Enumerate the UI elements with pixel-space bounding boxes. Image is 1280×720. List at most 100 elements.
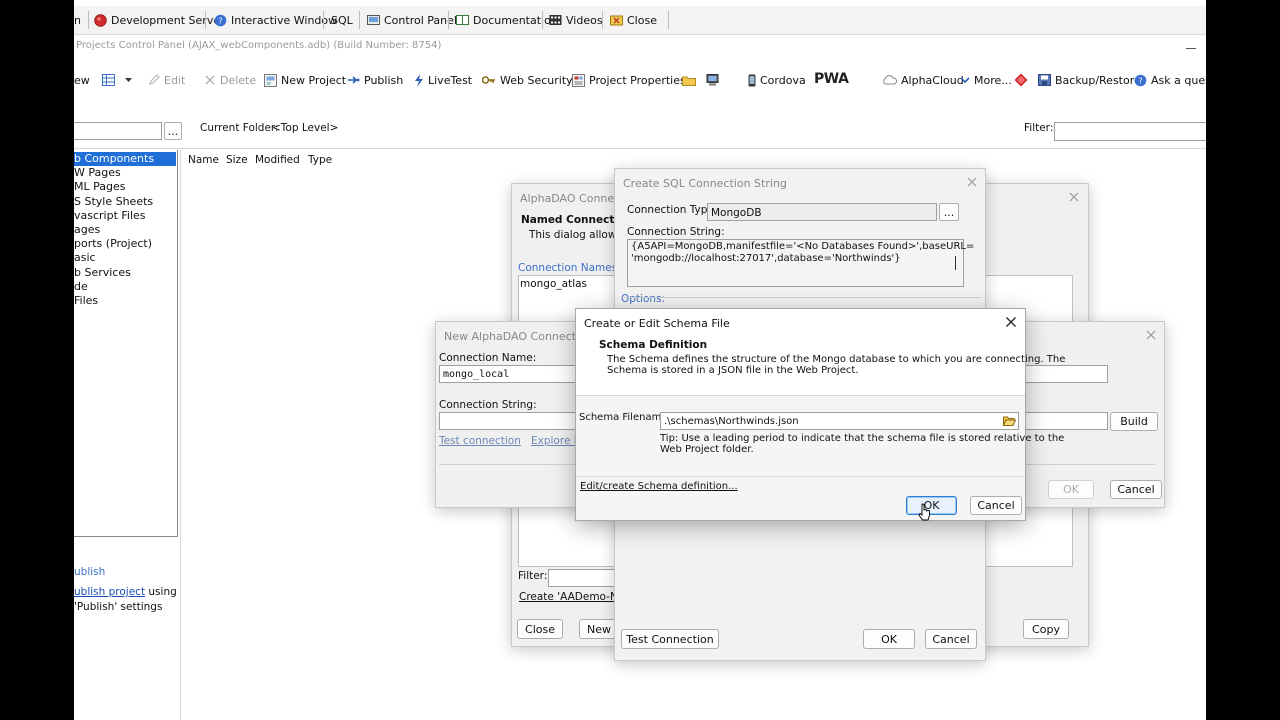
svg-text:?: ? bbox=[218, 16, 222, 25]
grid-icon bbox=[102, 74, 115, 86]
toolbar-separator bbox=[88, 11, 89, 29]
dropdown-arrow-icon bbox=[125, 77, 132, 83]
tree-item[interactable]: b Services bbox=[74, 266, 176, 280]
red-diamond-button[interactable] bbox=[1014, 72, 1028, 88]
browse-button[interactable]: ... bbox=[164, 122, 182, 140]
tree-item-label: asic bbox=[74, 251, 96, 265]
test-connection-link[interactable]: Test connection bbox=[439, 435, 521, 447]
new-cancel-button[interactable]: Cancel bbox=[1110, 480, 1162, 499]
toolbar-separator bbox=[205, 11, 206, 29]
filter-label: Filter: bbox=[518, 570, 548, 582]
connection-type-value: MongoDB bbox=[711, 207, 762, 219]
schema-cancel-button[interactable]: Cancel bbox=[970, 496, 1022, 515]
videos-button[interactable]: Videos bbox=[549, 12, 603, 28]
window-title: Projects Control Panel (AJAX_webComponen… bbox=[76, 40, 442, 51]
open-folder-button[interactable] bbox=[682, 72, 696, 88]
question-icon: ? bbox=[1134, 74, 1147, 87]
publish-arrow-icon bbox=[348, 75, 360, 85]
tree-item[interactable]: ages bbox=[74, 223, 176, 237]
project-properties-button[interactable]: Project Properties bbox=[572, 72, 686, 88]
copy-connection-button[interactable]: Copy bbox=[1023, 619, 1069, 639]
toolbar-separator bbox=[668, 11, 669, 29]
action-label: LiveTest bbox=[428, 73, 473, 87]
pwa-button[interactable]: PWA bbox=[814, 71, 849, 87]
publish-button[interactable]: Publish bbox=[348, 72, 403, 88]
edit-schema-definition-link[interactable]: Edit/create Schema definition... bbox=[580, 481, 738, 492]
view-button[interactable]: ew bbox=[74, 72, 90, 88]
minimize-icon[interactable] bbox=[1186, 48, 1196, 49]
header-divider bbox=[576, 395, 1025, 396]
sql-cancel-button[interactable]: Cancel bbox=[925, 629, 977, 649]
column-header-size[interactable]: Size bbox=[226, 154, 248, 166]
grid-view-dropdown[interactable] bbox=[102, 72, 132, 88]
close-icon[interactable] bbox=[1067, 190, 1081, 204]
close-icon[interactable] bbox=[1004, 315, 1018, 329]
sql-ok-button[interactable]: OK bbox=[863, 629, 915, 649]
close-folder-icon bbox=[610, 14, 623, 26]
tree-item-label: ML Pages bbox=[74, 180, 126, 194]
filter-input[interactable] bbox=[1054, 122, 1206, 141]
sql-button[interactable]: SQL bbox=[331, 12, 353, 28]
web-security-button[interactable]: Web Security bbox=[482, 72, 573, 88]
connection-type-label: Connection Type: bbox=[627, 204, 718, 216]
close-icon[interactable] bbox=[965, 175, 979, 189]
toolbar-item-truncated[interactable]: n bbox=[74, 12, 81, 28]
schema-description-line-2: Schema is stored in a JSON file in the W… bbox=[607, 365, 859, 376]
close-dialog-button[interactable]: Close bbox=[517, 619, 563, 639]
new-ok-button[interactable]: OK bbox=[1048, 480, 1094, 499]
publish-project-link[interactable]: ublish project bbox=[74, 586, 145, 598]
close-icon[interactable] bbox=[1144, 328, 1158, 342]
tree-item[interactable]: Files bbox=[74, 294, 176, 308]
schema-filename-label: Schema Filename: bbox=[579, 412, 671, 423]
livetest-button[interactable]: LiveTest bbox=[414, 72, 472, 88]
schema-filename-value: .\schemas\Northwinds.json bbox=[664, 416, 799, 427]
panel-divider bbox=[180, 150, 181, 720]
project-search-input[interactable] bbox=[74, 122, 162, 140]
column-header-type[interactable]: Type bbox=[308, 154, 332, 166]
tree-item[interactable]: ports (Project) bbox=[74, 237, 176, 251]
build-button[interactable]: Build bbox=[1110, 412, 1158, 431]
edit-button[interactable]: Edit bbox=[148, 72, 185, 88]
tree-item[interactable]: de bbox=[74, 280, 176, 294]
cordova-button[interactable]: Cordova bbox=[748, 72, 806, 88]
tree-item[interactable]: vascript Files bbox=[74, 209, 176, 223]
alphacloud-button[interactable]: AlphaCloud bbox=[882, 72, 964, 88]
new-project-button[interactable]: New Project bbox=[264, 72, 346, 88]
column-header-modified[interactable]: Modified bbox=[255, 154, 300, 166]
close-button[interactable]: Close bbox=[610, 12, 657, 28]
schema-filename-input[interactable]: .\schemas\Northwinds.json bbox=[660, 412, 1019, 430]
tree-item[interactable]: W Pages bbox=[74, 166, 176, 180]
folder-open-icon[interactable] bbox=[1002, 415, 1017, 430]
more-dropdown[interactable]: More... bbox=[960, 72, 1012, 88]
connection-type-field[interactable]: MongoDB bbox=[707, 203, 937, 221]
delete-button[interactable]: Delete bbox=[204, 72, 256, 88]
action-label: AlphaCloud bbox=[901, 73, 964, 87]
ask-question-button[interactable]: ? Ask a questio bbox=[1134, 72, 1206, 88]
new-connection-button[interactable]: New bbox=[579, 619, 619, 639]
current-folder-label: Current Folder: bbox=[200, 122, 279, 134]
test-connection-button[interactable]: Test Connection bbox=[621, 629, 719, 649]
computer-button[interactable] bbox=[706, 72, 719, 88]
backup-icon bbox=[1038, 74, 1051, 86]
action-label: ew bbox=[74, 73, 90, 87]
backup-restore-button[interactable]: Backup/Restore bbox=[1038, 72, 1141, 88]
column-header-name[interactable]: Name bbox=[188, 154, 219, 166]
connection-string-label: Connection String: bbox=[439, 399, 537, 411]
tree-item[interactable]: ML Pages bbox=[74, 180, 176, 194]
tree-item[interactable]: asic bbox=[74, 251, 176, 265]
connection-names-label: Connection Names bbox=[518, 262, 618, 274]
connection-string-field[interactable]: {A5API=MongoDB,manifestfile='<No Databas… bbox=[627, 239, 974, 287]
schema-file-dialog: Create or Edit Schema File Schema Defini… bbox=[575, 308, 1065, 521]
interactive-window-button[interactable]: ? Interactive Window bbox=[214, 12, 337, 28]
connection-type-browse-button[interactable]: ... bbox=[939, 203, 959, 221]
tree-item-selected[interactable]: b Components bbox=[74, 152, 176, 167]
tree-item[interactable]: S Style Sheets bbox=[74, 195, 176, 209]
options-divider bbox=[621, 297, 981, 298]
schema-description-line-1: The Schema defines the structure of the … bbox=[607, 354, 1066, 365]
tree-list: b Components W Pages ML Pages S Style Sh… bbox=[74, 152, 176, 308]
control-panel-button[interactable]: Control Panel bbox=[367, 12, 457, 28]
tree-item-label: W Pages bbox=[74, 166, 121, 180]
project-tree[interactable]: b Components W Pages ML Pages S Style Sh… bbox=[74, 150, 178, 537]
action-label: Cordova bbox=[760, 73, 806, 87]
connection-list-item[interactable]: mongo_atlas bbox=[520, 278, 587, 290]
